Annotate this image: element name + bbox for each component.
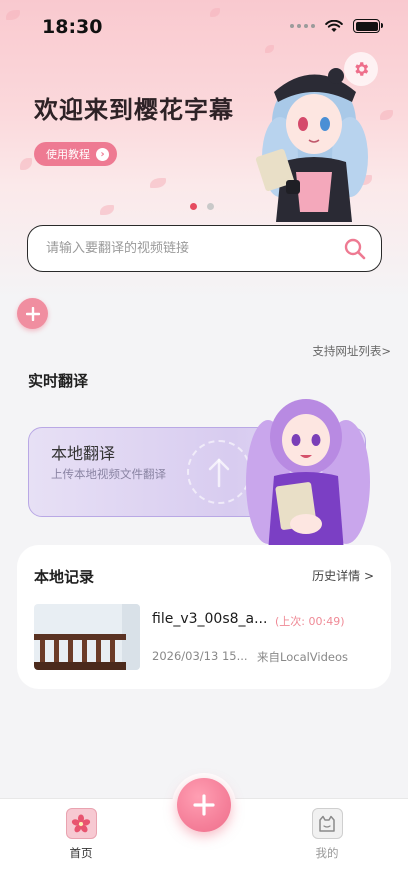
record-last-position: (上次: 00:49)	[275, 615, 345, 628]
local-records-title: 本地记录	[34, 568, 95, 586]
carousel-dot-active[interactable]	[190, 203, 197, 210]
wifi-icon	[325, 19, 343, 32]
petal-decoration	[20, 158, 32, 170]
carousel-indicator	[190, 203, 214, 210]
signal-dots-icon	[290, 24, 315, 28]
cherry-blossom-icon	[65, 808, 97, 839]
petal-decoration	[6, 10, 20, 20]
tutorial-button[interactable]: 使用教程 ›	[34, 142, 117, 166]
gear-icon	[355, 62, 369, 76]
cat-face-icon	[311, 808, 343, 839]
center-add-button[interactable]	[177, 778, 231, 832]
plus-icon	[193, 794, 215, 816]
arrow-right-icon: ›	[96, 147, 109, 161]
tab-mine[interactable]: 我的	[297, 808, 357, 861]
search-bar	[27, 225, 382, 272]
supported-sites-link[interactable]: 支持网址列表>	[312, 343, 391, 359]
tab-mine-label: 我的	[315, 846, 339, 860]
record-date: 2026/03/13 15...	[152, 649, 248, 663]
carousel-dot[interactable]	[207, 203, 214, 210]
status-time: 18:30	[42, 16, 103, 38]
local-records-card: 本地记录 历史详情 > file_v3_00s8_a... (上次: 00:49…	[17, 545, 391, 689]
tab-home[interactable]: 首页	[51, 808, 111, 861]
add-button[interactable]	[17, 298, 48, 329]
petal-decoration	[265, 45, 274, 53]
record-source: 来自LocalVideos	[257, 650, 349, 664]
search-icon[interactable]	[343, 237, 367, 261]
local-translate-title: 本地翻译	[51, 444, 116, 463]
petal-decoration	[380, 110, 393, 120]
plus-icon	[25, 306, 40, 321]
banner-title: 欢迎来到樱花字幕	[34, 96, 234, 124]
anime-girl-illustration	[255, 68, 368, 222]
settings-button[interactable]	[344, 52, 378, 86]
status-icons	[290, 19, 383, 33]
anime-girl-purple-illustration	[246, 399, 370, 552]
battery-icon	[353, 19, 383, 33]
tab-home-label: 首页	[69, 846, 93, 860]
petal-decoration	[150, 178, 166, 188]
petal-decoration	[210, 8, 220, 17]
petal-decoration	[100, 205, 114, 215]
video-link-input[interactable]	[46, 241, 343, 256]
video-thumbnail[interactable]	[34, 604, 140, 670]
local-translate-subtitle: 上传本地视频文件翻译	[51, 467, 166, 481]
tutorial-label: 使用教程	[46, 148, 90, 161]
record-file-name[interactable]: file_v3_00s8_a...	[152, 611, 267, 627]
history-details-link[interactable]: 历史详情 >	[312, 567, 374, 584]
realtime-translate-title: 实时翻译	[28, 372, 89, 390]
